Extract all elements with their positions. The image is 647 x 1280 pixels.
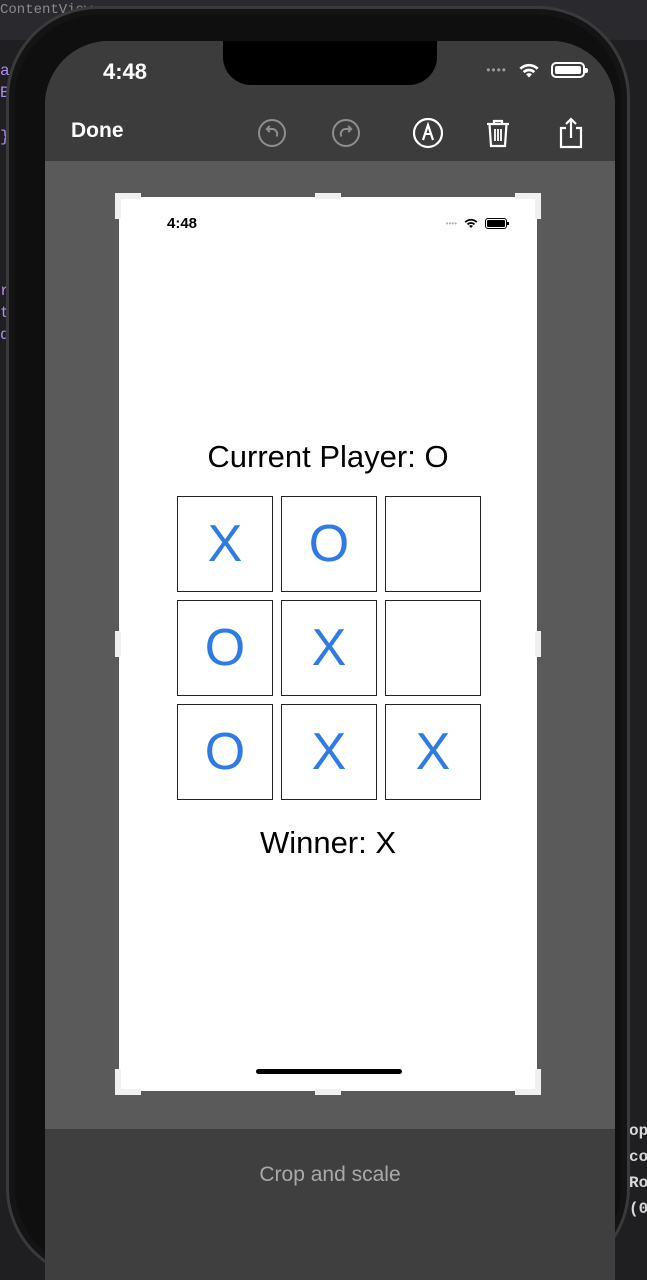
board-cell-r3c2[interactable]: X	[281, 704, 377, 800]
inner-status-icons: ••••	[445, 217, 509, 229]
share-icon[interactable]	[555, 117, 587, 149]
cellular-dots-icon: ••••	[486, 63, 507, 77]
tic-tac-toe-board: X O O X O X X	[177, 496, 481, 800]
ide-gutter-line: Ro	[629, 1174, 647, 1192]
crop-and-scale-label[interactable]: Crop and scale	[45, 1163, 615, 1187]
crop-bottom-bar: Crop and scale	[45, 1129, 615, 1280]
winner-label: Winner: X	[259, 825, 397, 860]
board-cell-r2c2[interactable]: X	[281, 600, 377, 696]
done-button[interactable]: Done	[71, 119, 124, 143]
inner-cellular-dots-icon: ••••	[445, 218, 457, 228]
crop-handle-top[interactable]	[315, 193, 341, 199]
notch	[223, 41, 437, 85]
crop-handle-bottom-right[interactable]	[535, 1069, 541, 1095]
home-indicator	[256, 1069, 402, 1074]
trash-icon[interactable]	[482, 117, 514, 149]
status-icons: ••••	[486, 61, 588, 79]
crop-handle-bottom-left[interactable]	[115, 1069, 121, 1095]
board-cell-r1c3[interactable]	[385, 496, 481, 592]
iphone-frame: 4:48 •••• Done 4:48 •••• Current Player:…	[6, 6, 630, 1280]
board-cell-r1c1[interactable]: X	[177, 496, 273, 592]
board-cell-r3c3[interactable]: X	[385, 704, 481, 800]
markup-pen-icon[interactable]	[412, 117, 444, 149]
wifi-icon	[519, 63, 539, 78]
inner-wifi-icon	[464, 218, 478, 228]
undo-icon[interactable]	[256, 117, 288, 149]
inner-battery-icon	[485, 217, 509, 229]
board-cell-r1c2[interactable]: O	[281, 496, 377, 592]
current-player-label: Current Player: O	[207, 439, 449, 474]
inner-status-time: 4:48	[167, 215, 198, 232]
ide-gutter-line: co	[629, 1148, 647, 1166]
battery-icon	[551, 62, 588, 78]
crop-handle-top-left[interactable]	[115, 193, 121, 219]
screenshot-canvas[interactable]: 4:48 •••• Current Player: O X O O X O X …	[115, 193, 541, 1095]
markup-toolbar: Done	[45, 109, 615, 157]
device-screen: 4:48 •••• Done 4:48 •••• Current Player:…	[45, 41, 615, 1280]
board-cell-r3c1[interactable]: O	[177, 704, 273, 800]
status-time: 4:48	[103, 59, 148, 84]
editor-top-area: 4:48 •••• Done	[45, 41, 615, 161]
ide-gutter-line: op	[629, 1122, 647, 1140]
crop-handle-left[interactable]	[115, 631, 121, 657]
crop-handle-bottom[interactable]	[315, 1089, 341, 1095]
board-cell-r2c3[interactable]	[385, 600, 481, 696]
ide-gutter-line: (0	[629, 1200, 647, 1218]
redo-icon[interactable]	[330, 117, 362, 149]
crop-handle-right[interactable]	[535, 631, 541, 657]
crop-handle-top-right[interactable]	[535, 193, 541, 219]
ide-right-gutter: op co Ro (0	[629, 1118, 647, 1222]
board-cell-r2c1[interactable]: O	[177, 600, 273, 696]
